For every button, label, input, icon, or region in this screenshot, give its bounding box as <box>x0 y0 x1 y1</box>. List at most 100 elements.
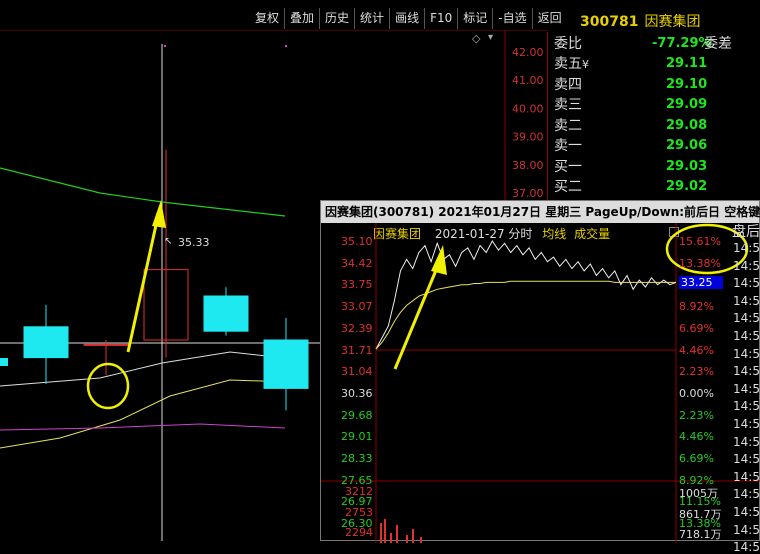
ma-green-line <box>0 167 286 217</box>
pct-tick: 6.69% <box>679 452 714 465</box>
trade-time: 14:50 <box>733 540 760 554</box>
toolbar-button-8[interactable]: 返回 <box>531 8 567 29</box>
annotation-arrow <box>126 215 160 353</box>
kline-y-tick: 38.00 <box>512 159 544 172</box>
toolbar-button-6[interactable]: 标记 <box>457 8 492 29</box>
yen-icon: ¥ <box>582 58 589 71</box>
trade-time: 14:50 <box>733 258 760 273</box>
ma-magenta-line <box>0 423 286 431</box>
volume-right-tick: 1005万 <box>679 487 718 500</box>
orderbook-price: 29.02 <box>666 179 708 194</box>
trade-time: 14:50 <box>733 417 760 431</box>
pct-tick: 2.23% <box>679 365 714 379</box>
ma-yellow-line <box>0 379 291 449</box>
toolbar-button-7[interactable]: -自选 <box>492 8 531 29</box>
popup-title[interactable]: 因赛集团(300781) 2021年01月27日 星期三 PageUp/Down… <box>321 201 760 223</box>
toolbar-button-2[interactable]: 历史 <box>319 8 354 29</box>
trade-time: 14:50 <box>733 311 760 326</box>
volume-tick: 3212 <box>345 485 373 498</box>
intraday-popup[interactable]: 因赛集团(300781) 2021年01月27日 星期三 PageUp/Down… <box>320 200 760 543</box>
orderbook-row-6[interactable]: 买二 29.02 <box>554 177 754 197</box>
orderbook-price: 29.03 <box>666 158 708 174</box>
toolbar-button-0[interactable]: 复权 <box>250 8 284 29</box>
volume-right-tick: 861.7万 <box>679 507 722 521</box>
orderbook-label: 卖四 <box>554 76 582 93</box>
marker-dot <box>285 45 287 47</box>
toolbar-button-1[interactable]: 叠加 <box>284 8 319 29</box>
volume-right-tick: 718.1万 <box>679 528 722 541</box>
toolbar-button-3[interactable]: 统计 <box>354 8 389 29</box>
volume-tick: 2753 <box>345 505 373 519</box>
pct-tick: 4.46% <box>679 343 714 357</box>
toolbar-button-4[interactable]: 画线 <box>389 8 424 29</box>
pct-tick: 4.46% <box>679 430 714 444</box>
marker-dot <box>164 45 166 47</box>
trade-time: 14:50 <box>733 293 760 308</box>
trade-time: 14:50 <box>733 522 760 537</box>
kline-y-tick: 42.00 <box>512 46 544 59</box>
pct-tick: 15.61% <box>679 235 721 248</box>
price-tick: 29.68 <box>341 408 373 422</box>
candle-body[interactable] <box>23 326 69 359</box>
orderbook-price: 29.11 <box>666 56 708 71</box>
pct-tick: 13.38% <box>679 256 721 270</box>
trade-time: 14:50 <box>733 452 760 467</box>
pct-tick: 6.69% <box>679 321 714 335</box>
candle-body[interactable] <box>263 339 309 389</box>
stock-header: 300781 因赛集团 <box>580 11 700 31</box>
kline-y-tick: 41.00 <box>512 74 544 87</box>
orderbook-row-5[interactable]: 买一 29.03 <box>554 157 754 177</box>
trade-time: 14:50 <box>733 487 760 502</box>
orderbook-row-4[interactable]: 卖一 29.06 <box>554 136 754 156</box>
trade-time: 14:50 <box>733 505 760 519</box>
price-tick: 34.42 <box>341 256 373 270</box>
trade-time: 14:50 <box>733 346 760 361</box>
price-tick: 33.07 <box>341 300 373 314</box>
kline-y-tick: 37.00 <box>512 187 544 200</box>
order-book: 委比 -77.29% 委差 卖五¥ 29.11 卖四 29.10 卖三 29.09 卖二 29… <box>547 32 760 216</box>
trade-time: 14:50 <box>733 434 760 449</box>
kline-y-tick: 39.00 <box>512 131 544 144</box>
stock-code: 300781 <box>580 14 639 30</box>
orderbook-price: 29.10 <box>666 76 708 92</box>
trade-time: 14:50 <box>733 399 760 414</box>
orderbook-row-1[interactable]: 卖四 29.10 <box>554 75 754 95</box>
pct-tick: 0.00% <box>679 386 714 400</box>
price-tick: 33.75 <box>341 278 373 292</box>
orderbook-row-0[interactable]: 卖五¥ 29.11 <box>554 54 754 74</box>
price-tick: 31.04 <box>341 365 373 379</box>
weicha-label: 委差 <box>704 36 732 52</box>
orderbook-price: 29.08 <box>666 117 708 133</box>
price-tick: 28.33 <box>341 452 373 465</box>
kline-y-tick: 40.00 <box>512 102 544 115</box>
price-tick: 32.39 <box>341 321 373 335</box>
toolbar-button-5[interactable]: F10 <box>424 8 457 29</box>
orderbook-price: 29.09 <box>666 97 708 112</box>
trade-time: 14:50 <box>733 381 760 396</box>
orderbook-label: 卖一 <box>554 138 582 154</box>
orderbook-row-3[interactable]: 卖二 29.08 <box>554 116 754 136</box>
popup-annotation-arrowhead <box>431 245 447 275</box>
orderbook-label: 卖三 <box>554 97 582 113</box>
candle-partial <box>0 358 8 366</box>
trade-time: 14:50 <box>733 276 760 291</box>
pct-tick: 8.92% <box>679 300 714 314</box>
trade-time: 14:50 <box>733 469 760 484</box>
popup-annotation-arrow <box>393 262 441 370</box>
annotation-arrowhead <box>152 200 166 228</box>
orderbook-label: 卖五 <box>554 56 582 72</box>
toolbar: 复权 叠加 历史 统计 画线 F10 标记 -自选 返回 <box>250 8 567 29</box>
volume-tick: 2294 <box>345 526 373 539</box>
orderbook-label: 买一 <box>554 158 582 175</box>
trade-time: 14:50 <box>733 329 760 343</box>
current-price-tag: 33.25 <box>679 276 723 289</box>
orderbook-row-2[interactable]: 卖三 29.09 <box>554 95 754 115</box>
stock-name: 因赛集团 <box>644 14 701 30</box>
avg-line <box>375 280 676 350</box>
orderbook-label: 买二 <box>554 179 582 195</box>
candle-body[interactable] <box>83 343 129 346</box>
annotation-circle <box>86 362 130 410</box>
pct-tick: 2.23% <box>679 408 714 422</box>
candle-body[interactable] <box>203 295 249 332</box>
price-tick: 30.36 <box>341 386 373 400</box>
